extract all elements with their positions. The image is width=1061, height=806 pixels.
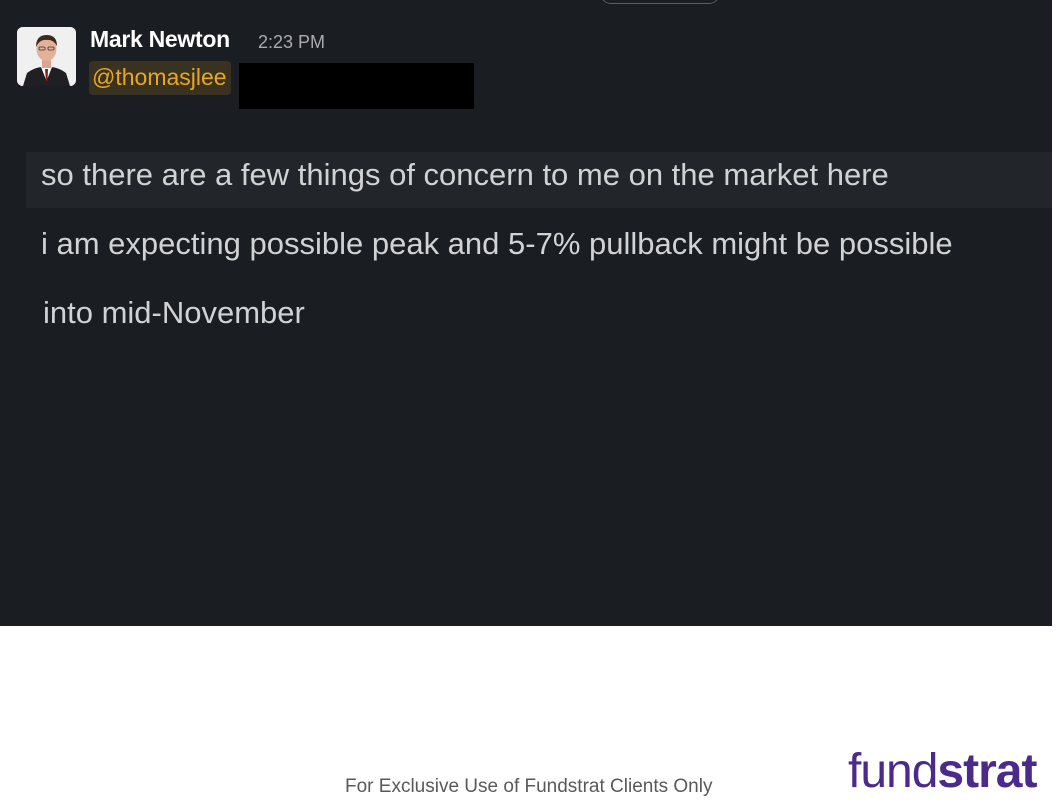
message-timestamp[interactable]: 2:23 PM [258,32,325,53]
date-divider-pill[interactable] [600,0,720,4]
logo-part-strat: strat [937,745,1037,798]
user-mention[interactable]: @thomasjlee [89,61,231,95]
message-line: into mid-November [43,295,305,330]
message-author[interactable]: Mark Newton [90,26,230,53]
fundstrat-logo: fundstrat [848,745,1037,798]
user-avatar-icon [17,27,76,86]
logo-part-fund: fund [848,745,938,798]
message-line: so there are a few things of concern to … [41,157,889,192]
redaction-box [239,63,474,109]
avatar[interactable] [17,27,76,86]
chat-panel: Mark Newton 2:23 PM @thomasjlee so there… [0,0,1052,626]
message-line: i am expecting possible peak and 5-7% pu… [41,226,953,261]
footer-disclaimer: For Exclusive Use of Fundstrat Clients O… [345,776,713,797]
